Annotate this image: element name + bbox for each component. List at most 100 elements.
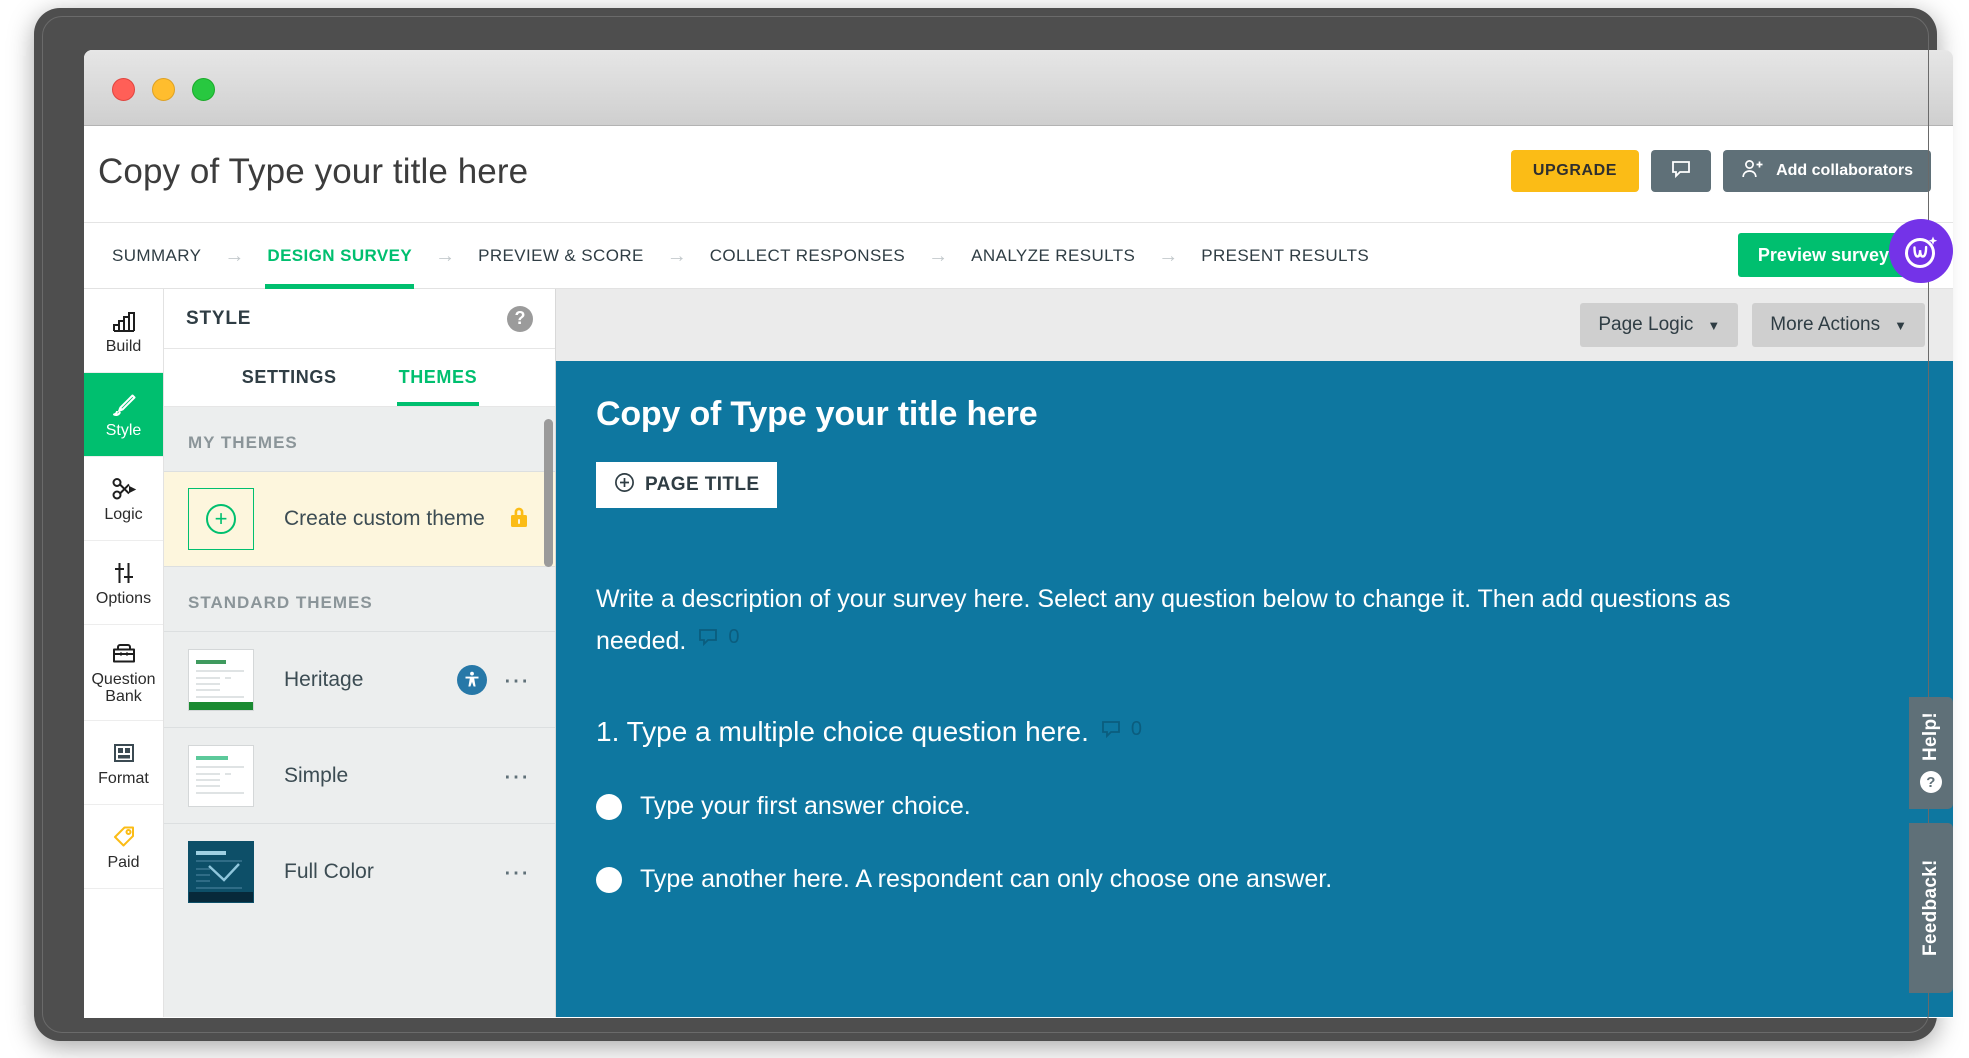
help-tab-label: Help! <box>1920 712 1941 762</box>
ellipsis-icon[interactable]: ⋯ <box>503 763 531 789</box>
question-comment-button[interactable]: 0 <box>1099 717 1142 741</box>
accessibility-icon[interactable] <box>457 664 487 695</box>
help-tab[interactable]: ? Help! <box>1909 697 1953 809</box>
upgrade-button[interactable]: UPGRADE <box>1510 150 1640 192</box>
canvas-toolbar: Page Logic ▼ More Actions ▼ <box>556 289 1953 361</box>
question-bank-icon <box>110 640 138 668</box>
nav-label: PREVIEW & SCORE <box>478 246 644 265</box>
sidebar-item-options[interactable]: Options <box>84 541 163 625</box>
price-tag-icon <box>110 823 138 851</box>
add-page-title-button[interactable]: PAGE TITLE <box>596 462 778 508</box>
answer-choice-1[interactable]: Type your first answer choice. <box>596 792 1913 821</box>
nav-arrow-icon: → <box>224 244 245 267</box>
speech-bubble-icon <box>1669 157 1693 186</box>
sidebar-item-paid[interactable]: Paid <box>84 805 163 889</box>
sidebar-label: Build <box>105 337 142 355</box>
nav-label: COLLECT RESPONSES <box>709 246 906 265</box>
nav-arrow-icon: → <box>1158 244 1179 267</box>
comments-button[interactable] <box>1651 150 1712 192</box>
add-collaborators-button[interactable]: Add collaborators <box>1723 150 1931 192</box>
nav-item-analyze-results[interactable]: ANALYZE RESULTS <box>957 223 1149 289</box>
nav-item-preview-score[interactable]: PREVIEW & SCORE <box>464 223 658 289</box>
monitor-frame: Copy of Type your title here UPGRADE Add… <box>34 8 1953 1041</box>
nav-item-present-results[interactable]: PRESENT RESULTS <box>1187 223 1383 289</box>
sidebar-item-question-bank[interactable]: Question Bank <box>84 625 163 721</box>
nav-item-collect-responses[interactable]: COLLECT RESPONSES <box>696 223 919 289</box>
theme-thumbnail <box>188 744 254 807</box>
themes-scrollbar[interactable] <box>544 419 553 567</box>
create-custom-theme-row[interactable]: + Create custom theme <box>164 471 555 567</box>
tab-settings[interactable]: SETTINGS <box>242 349 337 406</box>
radio-icon[interactable] <box>596 866 622 893</box>
nav-arrow-icon: → <box>928 244 949 267</box>
lock-icon <box>507 504 531 535</box>
sidebar-item-format[interactable]: Format <box>84 721 163 805</box>
preview-survey-button[interactable]: Preview survey <box>1737 233 1909 277</box>
feedback-tab[interactable]: Feedback! <box>1909 823 1953 993</box>
style-panel-tabs: SETTINGS THEMES <box>164 349 555 407</box>
nav-item-summary[interactable]: SUMMARY <box>98 223 215 289</box>
upgrade-label: UPGRADE <box>1532 162 1618 179</box>
theme-row-full-color[interactable]: Full Color ⋯ <box>164 823 555 919</box>
style-panel-title: STYLE <box>186 307 252 329</box>
sidebar-label: Format <box>98 769 149 787</box>
page-title: Copy of Type your title here <box>98 152 529 191</box>
answer-choice-2[interactable]: Type another here. A respondent can only… <box>596 865 1913 894</box>
survey-sheet: Copy of Type your title here PAGE TITLE … <box>556 361 1953 1017</box>
page-logic-dropdown[interactable]: Page Logic ▼ <box>1580 303 1739 347</box>
add-user-icon <box>1741 158 1765 185</box>
sidebar-label: Logic <box>104 505 143 523</box>
nav-item-design-survey[interactable]: DESIGN SURVEY <box>253 223 426 289</box>
theme-thumbnail <box>188 648 254 711</box>
theme-name: Simple <box>284 763 349 787</box>
theme-row-heritage[interactable]: Heritage ⋯ <box>164 631 555 727</box>
answer-choice-label: Type another here. A respondent can only… <box>640 865 1333 893</box>
sidebar-item-style[interactable]: Style <box>84 373 163 457</box>
preview-survey-label: Preview survey <box>1757 244 1889 265</box>
tab-label: THEMES <box>398 367 478 387</box>
sidebar-label: Question Bank <box>91 671 156 705</box>
survey-nav: SUMMARY → DESIGN SURVEY → PREVIEW & SCOR… <box>84 219 1953 289</box>
survey-title: Copy of Type your title here <box>596 395 1038 433</box>
nav-arrow-icon: → <box>435 244 456 267</box>
ellipsis-icon[interactable]: ⋯ <box>503 667 531 693</box>
tab-themes[interactable]: THEMES <box>396 349 479 406</box>
standard-themes-heading: STANDARD THEMES <box>164 567 555 631</box>
minimize-window-button[interactable] <box>152 78 175 101</box>
chevron-down-icon: ▼ <box>1707 317 1721 333</box>
more-actions-label: More Actions <box>1770 314 1881 335</box>
plus-circle-icon <box>614 472 635 499</box>
create-custom-theme-label: Create custom theme <box>284 507 485 530</box>
survey-description: Write a description of your survey here.… <box>596 580 1776 660</box>
wootric-logo-icon[interactable] <box>1889 219 1953 283</box>
theme-name: Full Color <box>284 859 374 883</box>
question-comment-count: 0 <box>1130 717 1143 740</box>
question-mark-icon[interactable]: ? <box>507 305 533 332</box>
theme-row-simple[interactable]: Simple ⋯ <box>164 727 555 823</box>
sidebar-item-logic[interactable]: Logic <box>84 457 163 541</box>
add-collaborators-label: Add collaborators <box>1776 162 1913 179</box>
left-icon-rail: Build Style Logic Options Question Bank … <box>84 289 164 1017</box>
app-body: Build Style Logic Options Question Bank … <box>84 289 1953 1017</box>
sidebar-item-build[interactable]: Build <box>84 289 163 373</box>
close-window-button[interactable] <box>112 78 135 101</box>
plus-circle-icon: + <box>206 504 236 534</box>
description-comment-button[interactable]: 0 <box>696 618 740 656</box>
format-layout-icon <box>110 739 138 767</box>
side-tabs: ? Help! Feedback! <box>1909 697 1953 993</box>
themes-list: MY THEMES + Create custom theme STANDARD… <box>164 407 555 1017</box>
survey-canvas: Page Logic ▼ More Actions ▼ Copy of Type… <box>556 289 1953 1017</box>
question-title: 1. Type a multiple choice question here.… <box>596 716 1913 748</box>
maximize-window-button[interactable] <box>192 78 215 101</box>
page-logic-label: Page Logic <box>1598 314 1694 335</box>
tab-label: SETTINGS <box>241 367 337 387</box>
style-panel-header: STYLE ? <box>164 289 555 349</box>
browser-window: Copy of Type your title here UPGRADE Add… <box>84 50 1953 1018</box>
more-actions-dropdown[interactable]: More Actions ▼ <box>1752 303 1925 347</box>
brush-icon <box>110 391 138 419</box>
nav-label: ANALYZE RESULTS <box>971 246 1136 265</box>
ellipsis-icon[interactable]: ⋯ <box>503 859 531 885</box>
survey-description-text: Write a description of your survey here.… <box>596 585 1731 655</box>
radio-icon[interactable] <box>596 793 622 820</box>
sidebar-label: Style <box>105 421 142 439</box>
